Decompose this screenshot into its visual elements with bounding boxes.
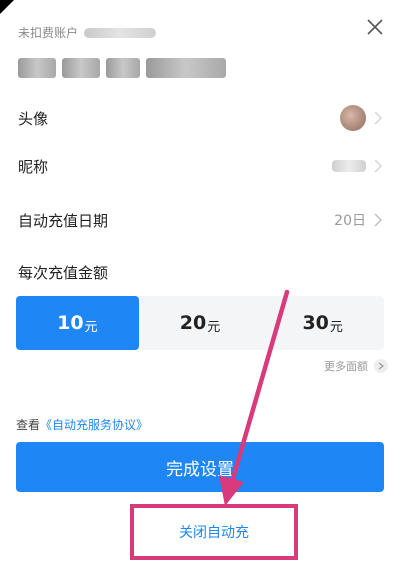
amount-option-10[interactable]: 10 元	[16, 296, 139, 350]
avatar	[340, 105, 366, 131]
corner-artifact	[0, 0, 14, 14]
avatar-row[interactable]: 头像	[18, 100, 382, 136]
agreement-prefix: 查看	[16, 418, 41, 432]
chevron-right-icon	[374, 159, 382, 173]
avatar-label: 头像	[18, 109, 49, 128]
chevron-right-icon	[374, 213, 382, 227]
account-label-text: 未扣费账户	[18, 26, 79, 40]
amount-unit: 元	[207, 319, 221, 335]
annotation-arrow	[219, 289, 290, 506]
amount-unit: 元	[329, 319, 343, 335]
amount-unit: 元	[84, 319, 98, 335]
nickname-row[interactable]: 昵称	[18, 148, 382, 184]
nickname-label: 昵称	[18, 157, 49, 176]
amount-value: 30	[302, 312, 329, 334]
account-number-redacted	[18, 56, 226, 80]
close-auto-recharge-button[interactable]: 关闭自动充	[179, 522, 249, 542]
recharge-date-value: 20日	[334, 213, 366, 229]
chevron-right-icon	[378, 362, 384, 370]
redacted-segment	[62, 58, 100, 78]
redacted-segment	[18, 58, 56, 78]
nickname-redacted	[332, 160, 366, 172]
amount-value: 10	[57, 312, 84, 334]
account-name-redacted	[84, 27, 157, 38]
more-amounts-link[interactable]: 更多面额	[324, 358, 388, 374]
more-amounts-chevron	[374, 359, 388, 373]
complete-setup-button[interactable]: 完成设置	[16, 442, 384, 492]
agreement-link[interactable]: 《自动充服务协议》	[40, 418, 148, 432]
amount-value: 20	[179, 312, 207, 334]
redacted-segment	[146, 58, 226, 78]
recharge-date-label: 自动充值日期	[18, 211, 109, 230]
close-icon	[367, 19, 383, 35]
amount-option-20[interactable]: 20 元	[139, 296, 262, 350]
recharge-date-row[interactable]: 自动充值日期 20日	[18, 202, 382, 238]
chevron-right-icon	[374, 111, 382, 125]
agreement-line: 查看《自动充服务协议》	[16, 416, 148, 433]
close-button[interactable]	[360, 12, 390, 42]
amount-option-30[interactable]: 30 元	[261, 296, 384, 350]
close-auto-recharge-highlight[interactable]: 关闭自动充	[130, 504, 298, 560]
amount-section-title: 每次充值金额	[18, 264, 109, 282]
redacted-segment	[106, 58, 140, 78]
amount-options: 10 元 20 元 30 元	[16, 296, 384, 350]
account-label: 未扣费账户	[18, 24, 157, 41]
more-amounts-label: 更多面额	[324, 360, 368, 373]
